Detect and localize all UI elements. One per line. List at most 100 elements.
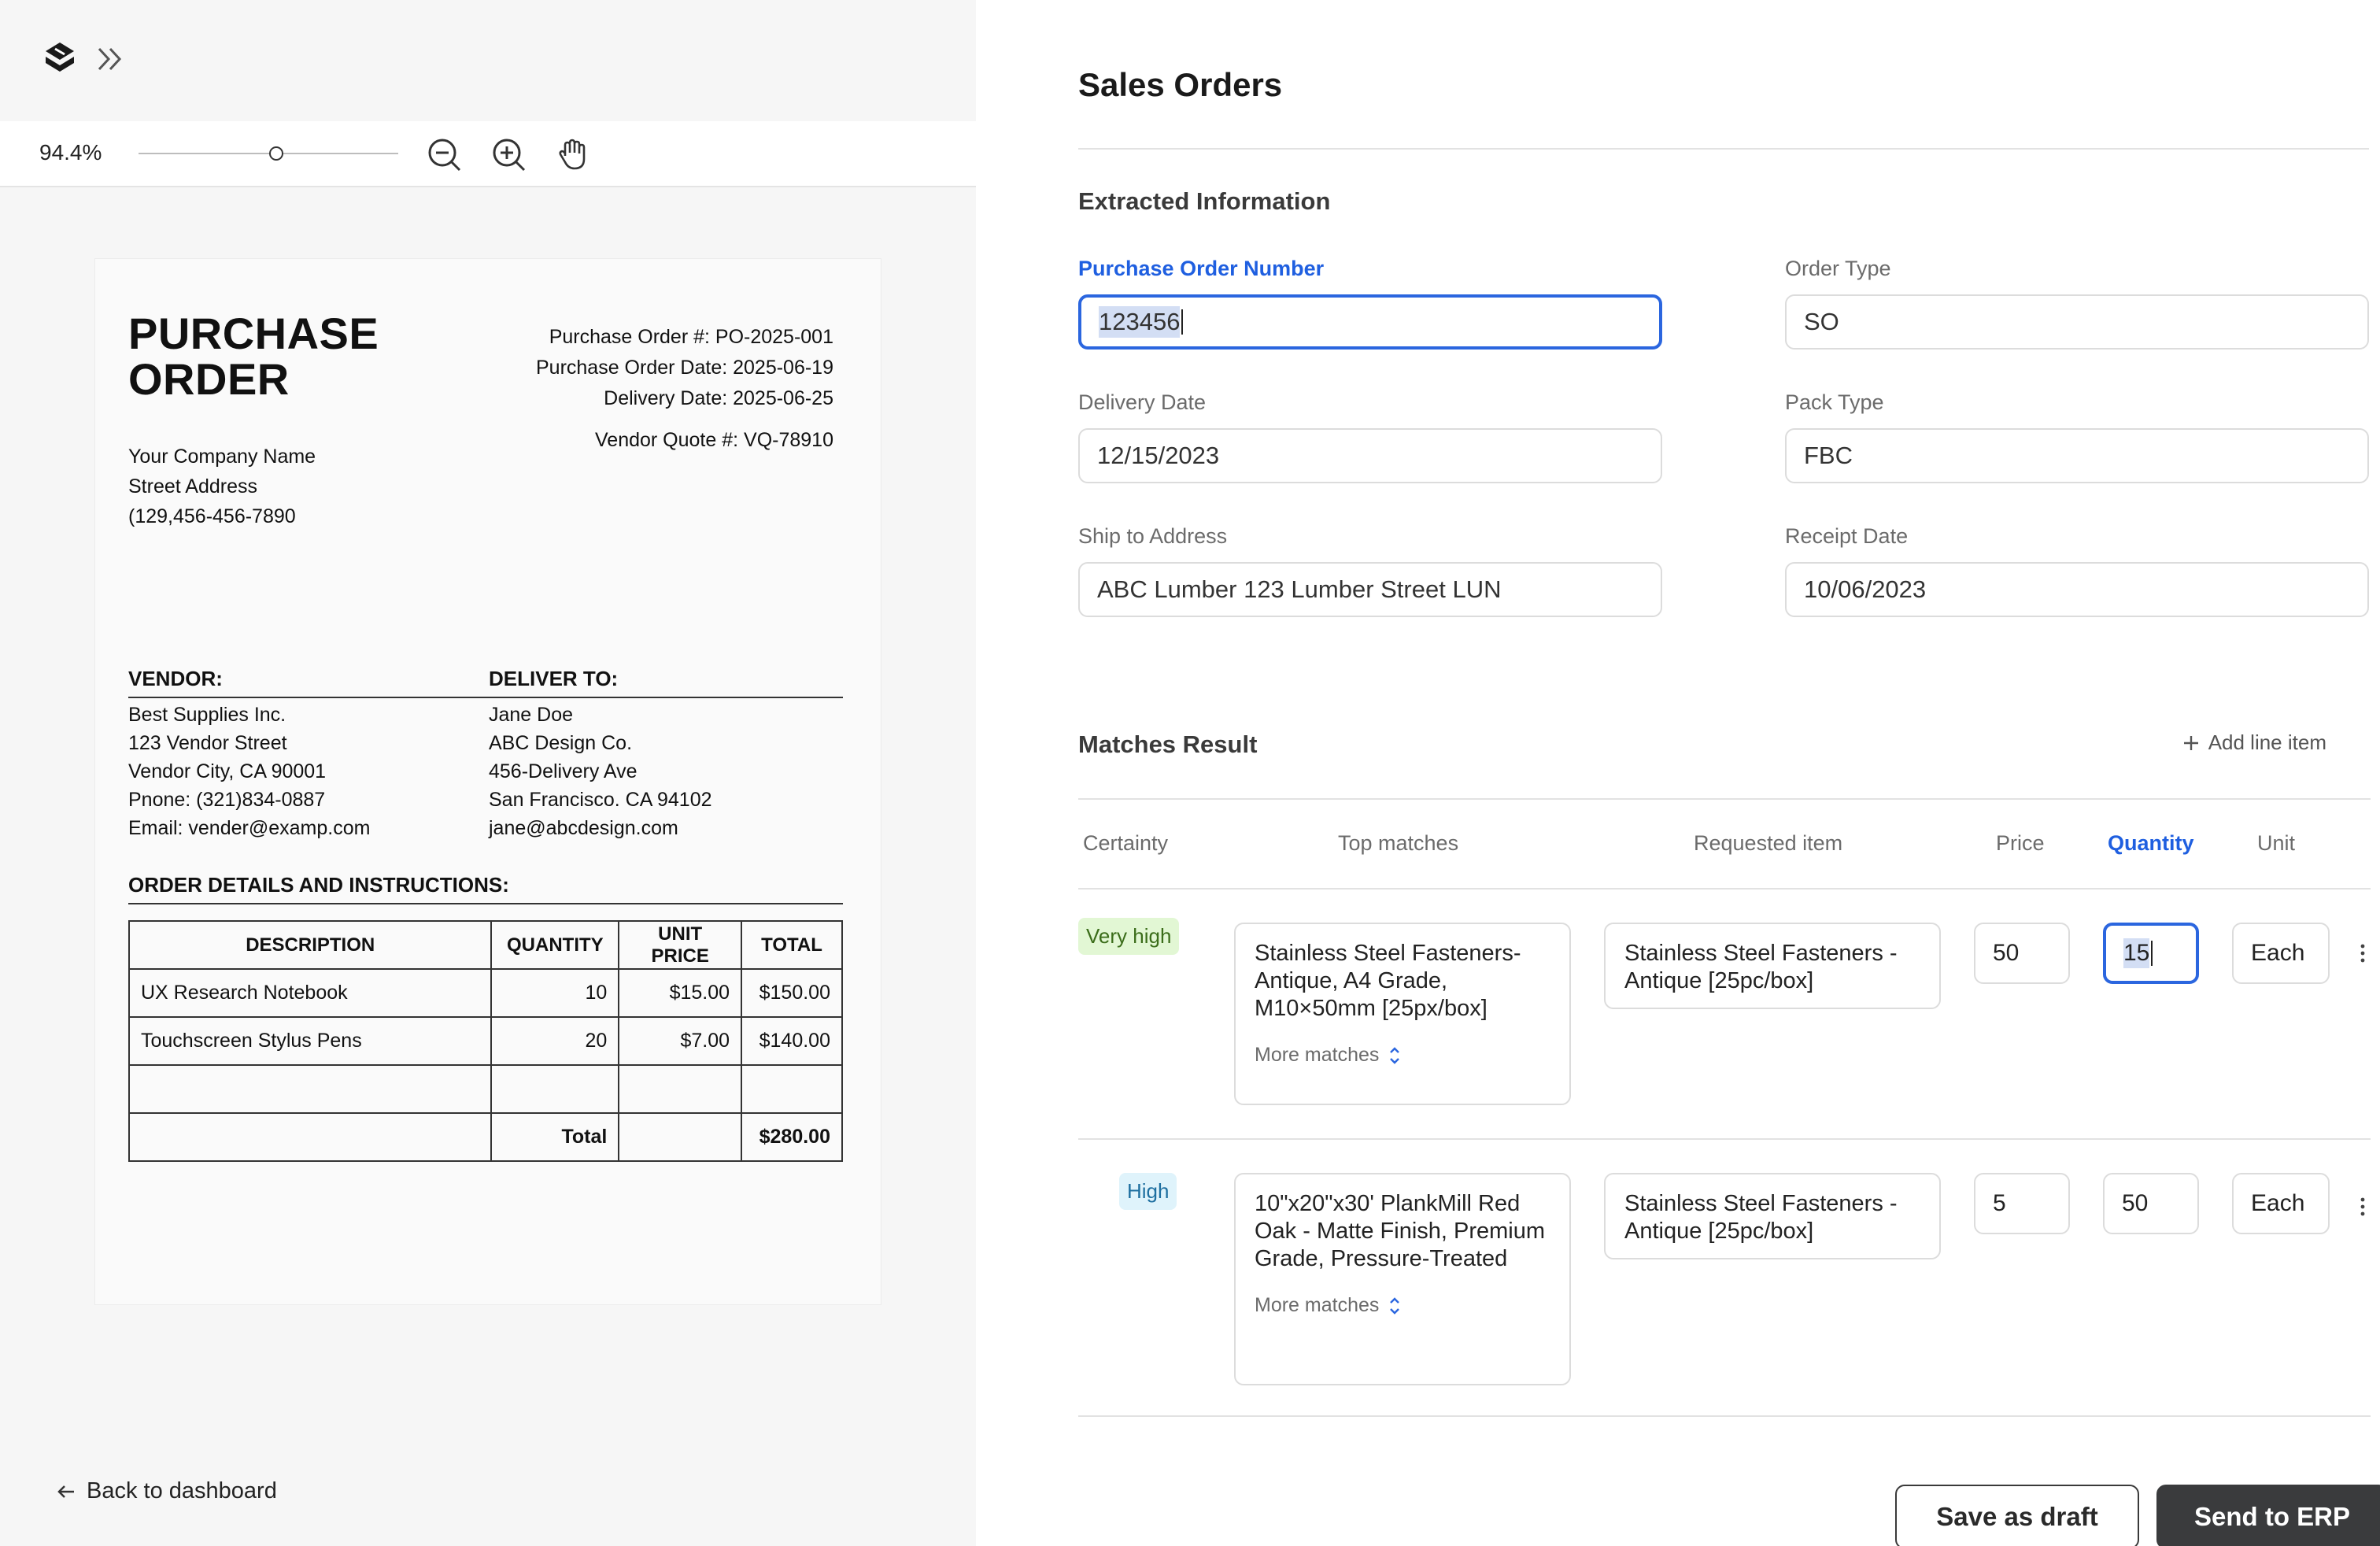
arrow-left-icon xyxy=(57,1485,74,1498)
po-date-text: Purchase Order Date: 2025-06-19 xyxy=(536,357,833,379)
cell-empty xyxy=(618,1112,743,1162)
deliver-to-line: San Francisco. CA 94102 xyxy=(489,789,712,811)
receipt-date-input[interactable]: 10/06/2023 xyxy=(1785,562,2369,617)
requested-item-text: Stainless Steel Fasteners - Antique [25p… xyxy=(1624,1191,1898,1244)
page-title: Sales Orders xyxy=(1078,66,1283,103)
deliver-to-line: 456-Delivery Ave xyxy=(489,760,638,782)
deliver-to-line: Jane Doe xyxy=(489,704,574,726)
send-to-erp-button[interactable]: Send to ERP xyxy=(2156,1485,2380,1546)
divider xyxy=(1078,148,2369,150)
chevron-updown-icon xyxy=(1390,1296,1400,1315)
company-phone: (129,456-456-7890 xyxy=(128,505,296,527)
document-canvas[interactable]: PURCHASE ORDER Purchase Order #: PO-2025… xyxy=(0,187,976,1305)
delivery-date-input[interactable]: 12/15/2023 xyxy=(1078,428,1662,483)
divider xyxy=(1078,888,2371,890)
quantity-input[interactable]: 15 xyxy=(2103,923,2199,984)
delivery-date-value: 12/15/2023 xyxy=(1097,442,1220,469)
text-caret xyxy=(1181,309,1184,335)
ship-to-label: Ship to Address xyxy=(1078,524,1228,548)
zoom-in-icon[interactable] xyxy=(490,135,527,173)
price-input[interactable]: 5 xyxy=(1974,1173,2070,1234)
vendor-heading: VENDOR: xyxy=(128,667,223,690)
po-number-text: Purchase Order #: PO-2025-001 xyxy=(549,326,833,348)
cell-empty xyxy=(490,1064,620,1114)
cell-unit-price: $7.00 xyxy=(618,1016,743,1066)
price-input[interactable]: 50 xyxy=(1974,923,2070,984)
back-to-dashboard-label: Back to dashboard xyxy=(87,1478,277,1503)
cell-description: UX Research Notebook xyxy=(128,968,493,1018)
col-price: Price xyxy=(1996,831,2045,855)
vendor-quote-text: Vendor Quote #: VQ-78910 xyxy=(595,429,833,451)
deliver-to-lines: Jane Doe ABC Design Co. 456-Delivery Ave Sa… xyxy=(489,701,843,842)
col-quantity[interactable]: Quantity xyxy=(2108,831,2194,856)
table-total-row: Total $280.00 xyxy=(128,1112,843,1162)
more-matches-toggle[interactable]: More matches xyxy=(1255,1292,1550,1319)
order-type-value: SO xyxy=(1804,308,1839,335)
plus-icon xyxy=(2183,735,2198,750)
certainty-badge: High xyxy=(1119,1173,1177,1210)
document-viewer-panel: 94.4% PURCHASE ORDER Purchase Order #: P xyxy=(0,0,976,1546)
po-number-value: 123456 xyxy=(1099,306,1181,338)
ship-to-value: ABC Lumber 123 Lumber Street LUN xyxy=(1097,575,1502,603)
col-description: DESCRIPTION xyxy=(128,920,493,970)
zoom-level: 94.4% xyxy=(39,140,102,165)
pack-type-value: FBC xyxy=(1804,442,1853,469)
order-type-input[interactable]: SO xyxy=(1785,294,2369,350)
col-certainty: Certainty xyxy=(1083,831,1169,855)
top-match-box[interactable]: Stainless Steel Fasteners-Antique, A4 Gr… xyxy=(1234,923,1571,1105)
cell-quantity: 10 xyxy=(490,968,620,1018)
cell-total: $140.00 xyxy=(741,1016,843,1066)
po-number-label: Purchase Order Number xyxy=(1078,257,1325,280)
requested-item-box[interactable]: Stainless Steel Fasteners - Antique [25p… xyxy=(1604,923,1941,1009)
certainty-badge: Very high xyxy=(1078,918,1180,955)
quantity-input[interactable]: 50 xyxy=(2103,1173,2199,1234)
company-address: Your Company Name Street Address (129,45… xyxy=(128,442,316,531)
back-to-dashboard-link[interactable]: Back to dashboard xyxy=(55,1478,277,1504)
zoom-slider[interactable] xyxy=(139,146,398,161)
company-street: Street Address xyxy=(128,475,257,497)
zoom-slider-thumb[interactable] xyxy=(268,146,283,161)
zoom-out-icon[interactable] xyxy=(425,135,463,173)
po-title-line1: PURCHASE xyxy=(128,309,379,358)
vendor-line: Pnone: (321)834-0887 xyxy=(128,789,326,811)
more-options-icon[interactable] xyxy=(2355,1195,2371,1219)
more-options-icon[interactable] xyxy=(2355,941,2371,965)
table-row-empty xyxy=(128,1064,843,1114)
unit-select[interactable]: Each xyxy=(2232,1173,2330,1234)
divider xyxy=(1078,798,2371,800)
unit-select[interactable]: Each xyxy=(2232,923,2330,984)
requested-item-box[interactable]: Stainless Steel Fasteners - Antique [25p… xyxy=(1604,1173,1941,1259)
table-row: UX Research Notebook 10 $15.00 $150.00 xyxy=(128,968,843,1018)
sales-orders-panel: Sales Orders Extracted Information Purch… xyxy=(976,0,2380,1546)
vendor-line: 123 Vendor Street xyxy=(128,732,287,754)
divider xyxy=(128,903,843,904)
top-match-box[interactable]: 10"x20"x30' PlankMill Red Oak - Matte Fi… xyxy=(1234,1173,1571,1385)
cell-total: $150.00 xyxy=(741,968,843,1018)
save-as-draft-button[interactable]: Save as draft xyxy=(1895,1485,2139,1546)
expand-icon[interactable] xyxy=(94,44,128,74)
logo-icon[interactable] xyxy=(41,39,79,77)
deliver-to-line: jane@abcdesign.com xyxy=(489,817,678,839)
order-details-heading: ORDER DETAILS AND INSTRUCTIONS: xyxy=(128,873,509,897)
cell-quantity: 20 xyxy=(490,1016,620,1066)
divider xyxy=(128,697,843,698)
hand-pan-icon[interactable] xyxy=(554,135,592,173)
ship-to-input[interactable]: ABC Lumber 123 Lumber Street LUN xyxy=(1078,562,1662,617)
pack-type-input[interactable]: FBC xyxy=(1785,428,2369,483)
po-delivery-date-text: Delivery Date: 2025-06-25 xyxy=(604,387,833,409)
add-line-item-button[interactable]: Add line item xyxy=(2182,730,2326,755)
delivery-date-label: Delivery Date xyxy=(1078,390,1207,414)
pack-type-label: Pack Type xyxy=(1785,390,1884,414)
divider xyxy=(1078,1415,2371,1417)
price-value: 50 xyxy=(1993,940,2020,966)
company-name: Your Company Name xyxy=(128,446,316,468)
more-matches-toggle[interactable]: More matches xyxy=(1255,1041,1550,1069)
more-matches-label: More matches xyxy=(1255,1294,1380,1316)
po-number-input[interactable]: 123456 xyxy=(1078,294,1662,350)
col-top-matches: Top matches xyxy=(1338,831,1459,855)
chevron-updown-icon xyxy=(1390,1046,1400,1064)
deliver-to-block: DELIVER TO: Jane Doe ABC Design Co. 456-De… xyxy=(489,667,843,842)
unit-value: Each xyxy=(2251,1190,2305,1216)
col-total: TOTAL xyxy=(741,920,843,970)
divider xyxy=(1078,1138,2371,1140)
